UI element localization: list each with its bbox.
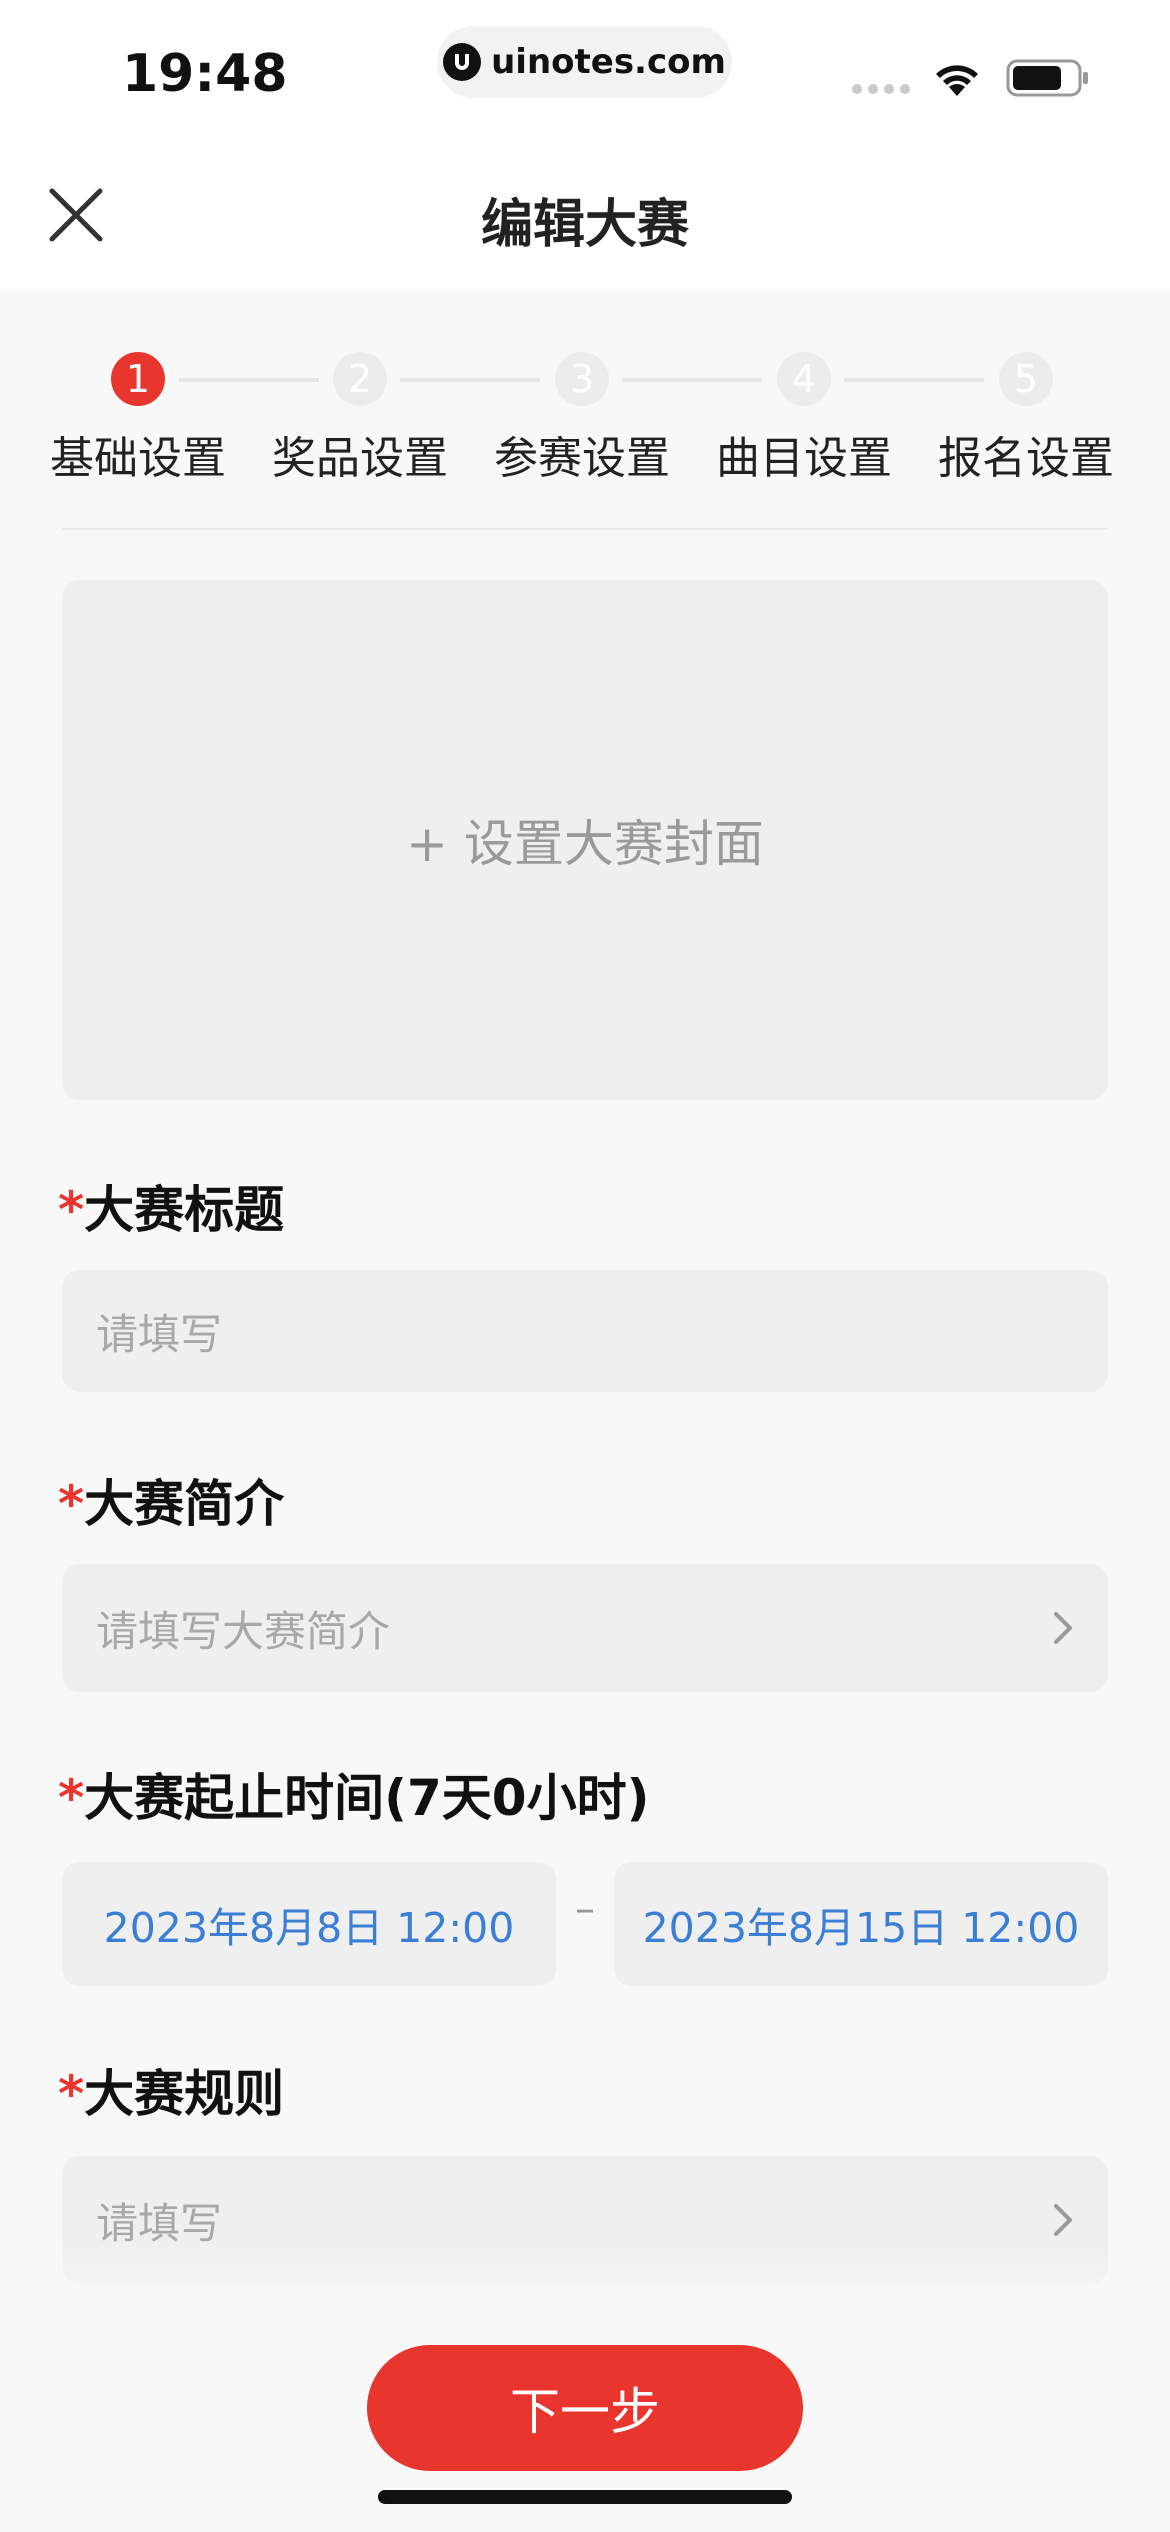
step-connector — [844, 378, 984, 382]
page-title: 编辑大赛 — [480, 195, 689, 255]
nav-bar: 编辑大赛 — [0, 140, 1170, 290]
chevron-right-icon — [1054, 1612, 1072, 1644]
title-input[interactable]: 请填写 — [62, 1270, 1108, 1392]
divider — [62, 528, 1108, 530]
title-field-label: *大赛标题 — [58, 1170, 284, 1242]
step-5-label[interactable]: 报名设置 — [926, 422, 1126, 486]
url-pill[interactable]: uinotes.com — [437, 26, 732, 98]
step-progress: 1 2 3 4 5 基础设置 奖品设置 参赛设置 曲目设置 报名设置 — [0, 350, 1170, 484]
step-3-label[interactable]: 参赛设置 — [482, 422, 682, 486]
status-time: 19:48 — [122, 44, 288, 104]
step-4-indicator: 4 — [777, 352, 831, 406]
date-separator: – — [575, 1886, 595, 1932]
chevron-right-icon — [1054, 2204, 1072, 2236]
url-text: uinotes.com — [491, 42, 726, 82]
required-mark: * — [58, 1769, 85, 1827]
step-2-label[interactable]: 奖品设置 — [260, 422, 460, 486]
rules-field-label: *大赛规则 — [58, 2054, 284, 2126]
step-1-label[interactable]: 基础设置 — [38, 422, 238, 486]
intro-field-label: *大赛简介 — [58, 1464, 284, 1536]
required-mark: * — [58, 1475, 85, 1533]
step-connector — [622, 378, 762, 382]
rules-label-text: 大赛规则 — [84, 2065, 285, 2123]
intro-field[interactable]: 请填写大赛简介 — [62, 1564, 1108, 1692]
step-connector — [179, 378, 319, 382]
step-4-label[interactable]: 曲目设置 — [704, 422, 904, 486]
step-2-indicator: 2 — [333, 352, 387, 406]
step-1-indicator: 1 — [111, 352, 165, 406]
next-step-button[interactable]: 下一步 — [367, 2345, 803, 2471]
step-5-indicator: 5 — [999, 352, 1053, 406]
start-date-picker[interactable]: 2023年8月8日 12:00 — [62, 1862, 556, 1986]
time-field-label: *大赛起止时间(7天0小时) — [58, 1758, 649, 1830]
battery-icon — [1006, 59, 1088, 97]
end-date-picker[interactable]: 2023年8月15日 12:00 — [614, 1862, 1108, 1986]
cover-upload-button[interactable]: + 设置大赛封面 — [62, 580, 1108, 1100]
home-indicator — [378, 2490, 792, 2504]
required-mark: * — [58, 2065, 85, 2123]
status-bar: 19:48 uinotes.com — [0, 0, 1170, 140]
site-logo-icon — [443, 43, 482, 81]
wifi-icon — [936, 65, 978, 96]
step-3-indicator: 3 — [555, 352, 609, 406]
title-label-text: 大赛标题 — [84, 1181, 285, 1239]
step-connector — [400, 378, 540, 382]
cellular-signal-icon — [852, 84, 910, 94]
intro-label-text: 大赛简介 — [84, 1475, 285, 1533]
intro-field-placeholder: 请填写大赛简介 — [96, 1606, 391, 1656]
required-mark: * — [58, 1181, 85, 1239]
time-label-text: 大赛起止时间(7天0小时) — [84, 1769, 650, 1827]
title-input-placeholder: 请填写 — [96, 1309, 223, 1359]
